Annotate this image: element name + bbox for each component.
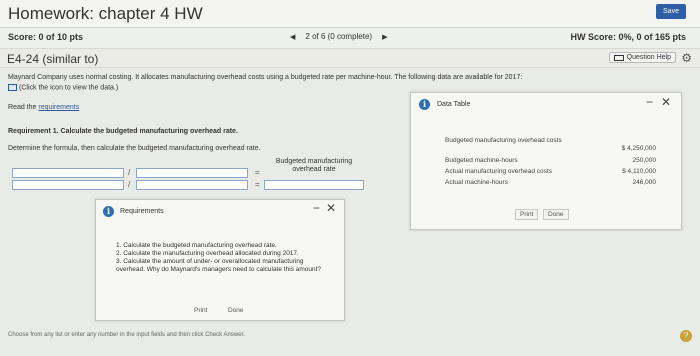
done-button[interactable]: Done [224, 306, 248, 315]
info-icon: i [419, 99, 430, 110]
gear-icon[interactable]: ⚙ [681, 51, 692, 65]
minimize-icon[interactable]: − [313, 201, 320, 215]
data-row-label: Budgeted machine-hours [445, 157, 518, 164]
read-requirements: Read the requirements [8, 104, 79, 111]
footer-instruction: Choose from any list or enter any number… [8, 332, 245, 338]
data-table-icon[interactable] [8, 84, 17, 91]
requirements-panel: i Requirements − ✕ 1. Calculate the budg… [95, 199, 345, 321]
info-icon: i [103, 206, 114, 217]
data-row-label: Actual manufacturing overhead costs [445, 168, 552, 175]
pager-status[interactable]: 2 of 6 (0 complete) [305, 32, 372, 41]
question-help-icon [613, 54, 624, 61]
value-denominator-input[interactable] [136, 180, 248, 190]
data-row-value: 246,000 [632, 179, 657, 186]
previous-question-arrow-icon[interactable]: ◀ [290, 33, 295, 41]
rate-result-input[interactable] [264, 180, 364, 190]
requirements-link[interactable]: requirements [38, 104, 79, 111]
requirement-item: 3. Calculate the amount of under- or ove… [116, 258, 322, 273]
value-numerator-input[interactable] [12, 180, 124, 190]
print-button[interactable]: Print [190, 306, 211, 315]
data-row-value: $ 4,250,000 [621, 145, 656, 152]
equals-operator: = [255, 180, 260, 189]
data-row-value: $ 4,110,000 [622, 168, 656, 175]
question-help-button[interactable]: Question Help [608, 52, 676, 63]
question-title: E4-24 (similar to) [7, 52, 99, 66]
requirements-list: 1. Calculate the budgeted manufacturing … [116, 242, 326, 274]
formula-numerator-input[interactable] [12, 168, 124, 178]
requirement-item: 1. Calculate the budgeted manufacturing … [116, 242, 277, 249]
formula-result-label: Budgeted manufacturing overhead rate [275, 158, 353, 173]
formula-denominator-input[interactable] [136, 168, 248, 178]
question-help-label: Question Help [626, 54, 671, 61]
data-table-title: Data Table [437, 101, 471, 108]
homework-score: HW Score: 0%, 0 of 165 pts [570, 32, 686, 42]
read-prefix: Read the [8, 104, 39, 111]
close-icon[interactable]: ✕ [326, 201, 336, 215]
requirement-item: 2. Calculate the manufacturing overhead … [116, 250, 299, 257]
score-bar: Score: 0 of 10 pts ◀ 2 of 6 (0 complete)… [0, 28, 700, 48]
close-icon[interactable]: ✕ [661, 95, 671, 109]
help-icon[interactable]: ? [680, 330, 692, 342]
data-row-label: Budgeted manufacturing overhead costs [445, 137, 562, 144]
minimize-icon[interactable]: − [646, 95, 653, 109]
click-note: (Click the icon to view the data.) [19, 84, 119, 92]
data-table-panel: i Data Table − ✕ Budgeted manufacturing … [410, 92, 682, 230]
question-bar: E4-24 (similar to) Question Help ⚙ [0, 48, 700, 68]
equals-operator: = [255, 168, 260, 177]
divide-operator: / [128, 180, 131, 189]
question-pager: ◀ 2 of 6 (0 complete) ▶ [290, 32, 387, 41]
save-button[interactable]: Save [656, 4, 686, 19]
requirement-heading: Requirement 1. Calculate the budgeted ma… [8, 128, 238, 135]
done-button[interactable]: Done [543, 209, 569, 220]
requirements-title: Requirements [120, 208, 164, 215]
problem-intro: Maynard Company uses normal costing. It … [8, 74, 523, 81]
divide-operator: / [128, 168, 131, 177]
print-button[interactable]: Print [515, 209, 539, 220]
data-table-link[interactable]: (Click the icon to view the data.) [8, 84, 118, 91]
data-row-value: 250,000 [632, 157, 657, 164]
formula-instruction: Determine the formula, then calculate th… [8, 145, 261, 152]
next-question-arrow-icon[interactable]: ▶ [382, 33, 387, 41]
question-score: Score: 0 of 10 pts [8, 32, 84, 42]
homework-title: Homework: chapter 4 HW [8, 4, 203, 23]
data-row-label: Actual machine-hours [445, 179, 508, 186]
top-bar: Homework: chapter 4 HW Save [0, 0, 700, 28]
